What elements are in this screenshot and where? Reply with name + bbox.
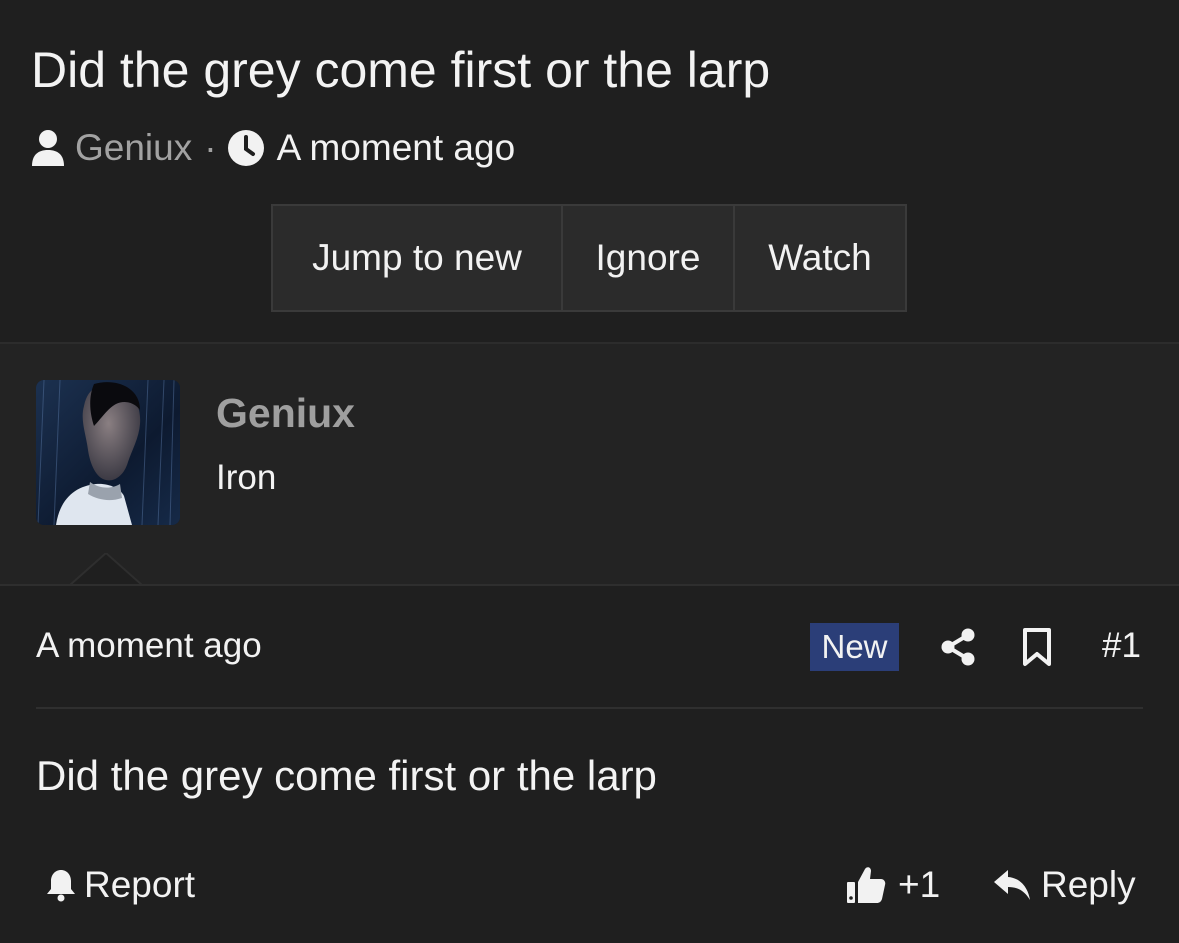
thread-header: Did the grey come first or the larp Geni… xyxy=(0,0,1179,342)
message-body: Did the grey come first or the larp xyxy=(36,752,657,799)
user-title: Iron xyxy=(216,458,277,497)
like-count: +1 xyxy=(898,864,941,905)
watch-button[interactable]: Watch xyxy=(733,206,905,310)
report-label: Report xyxy=(84,864,196,905)
attribution-divider xyxy=(36,707,1143,709)
avatar[interactable] xyxy=(36,380,180,525)
new-badge: New xyxy=(810,623,899,671)
thread-action-buttons: Jump to new Ignore Watch xyxy=(271,204,907,312)
user-divider xyxy=(0,584,1179,586)
post-number-link[interactable]: #1 xyxy=(1102,626,1141,666)
message-attribution: A moment ago New #1 xyxy=(36,618,1143,678)
bell-icon xyxy=(46,868,76,902)
share-icon[interactable] xyxy=(940,628,976,666)
reply-button[interactable]: Reply xyxy=(993,864,1136,906)
message-footer: Report +1 Reply xyxy=(36,858,1143,918)
bookmark-icon[interactable] xyxy=(1022,627,1052,667)
report-button[interactable]: Report xyxy=(46,864,195,906)
arrow-notch xyxy=(70,553,142,586)
thread-time[interactable]: A moment ago xyxy=(277,127,516,169)
thumbs-up-icon xyxy=(846,865,886,905)
message-user-block: Geniux Iron xyxy=(0,344,1179,585)
thread-author-link[interactable]: Geniux xyxy=(75,127,192,169)
reply-label: Reply xyxy=(1041,864,1136,905)
post-username[interactable]: Geniux xyxy=(216,390,355,437)
thread-meta: Geniux · A moment ago xyxy=(31,126,515,170)
post-time[interactable]: A moment ago xyxy=(36,626,262,666)
user-icon xyxy=(31,129,65,167)
like-button[interactable]: +1 xyxy=(846,864,940,906)
reply-arrow-icon xyxy=(993,869,1031,901)
jump-to-new-button[interactable]: Jump to new xyxy=(273,206,561,310)
thread-title: Did the grey come first or the larp xyxy=(31,42,771,98)
ignore-button[interactable]: Ignore xyxy=(561,206,733,310)
clock-icon xyxy=(227,129,265,167)
meta-separator: · xyxy=(204,127,217,168)
